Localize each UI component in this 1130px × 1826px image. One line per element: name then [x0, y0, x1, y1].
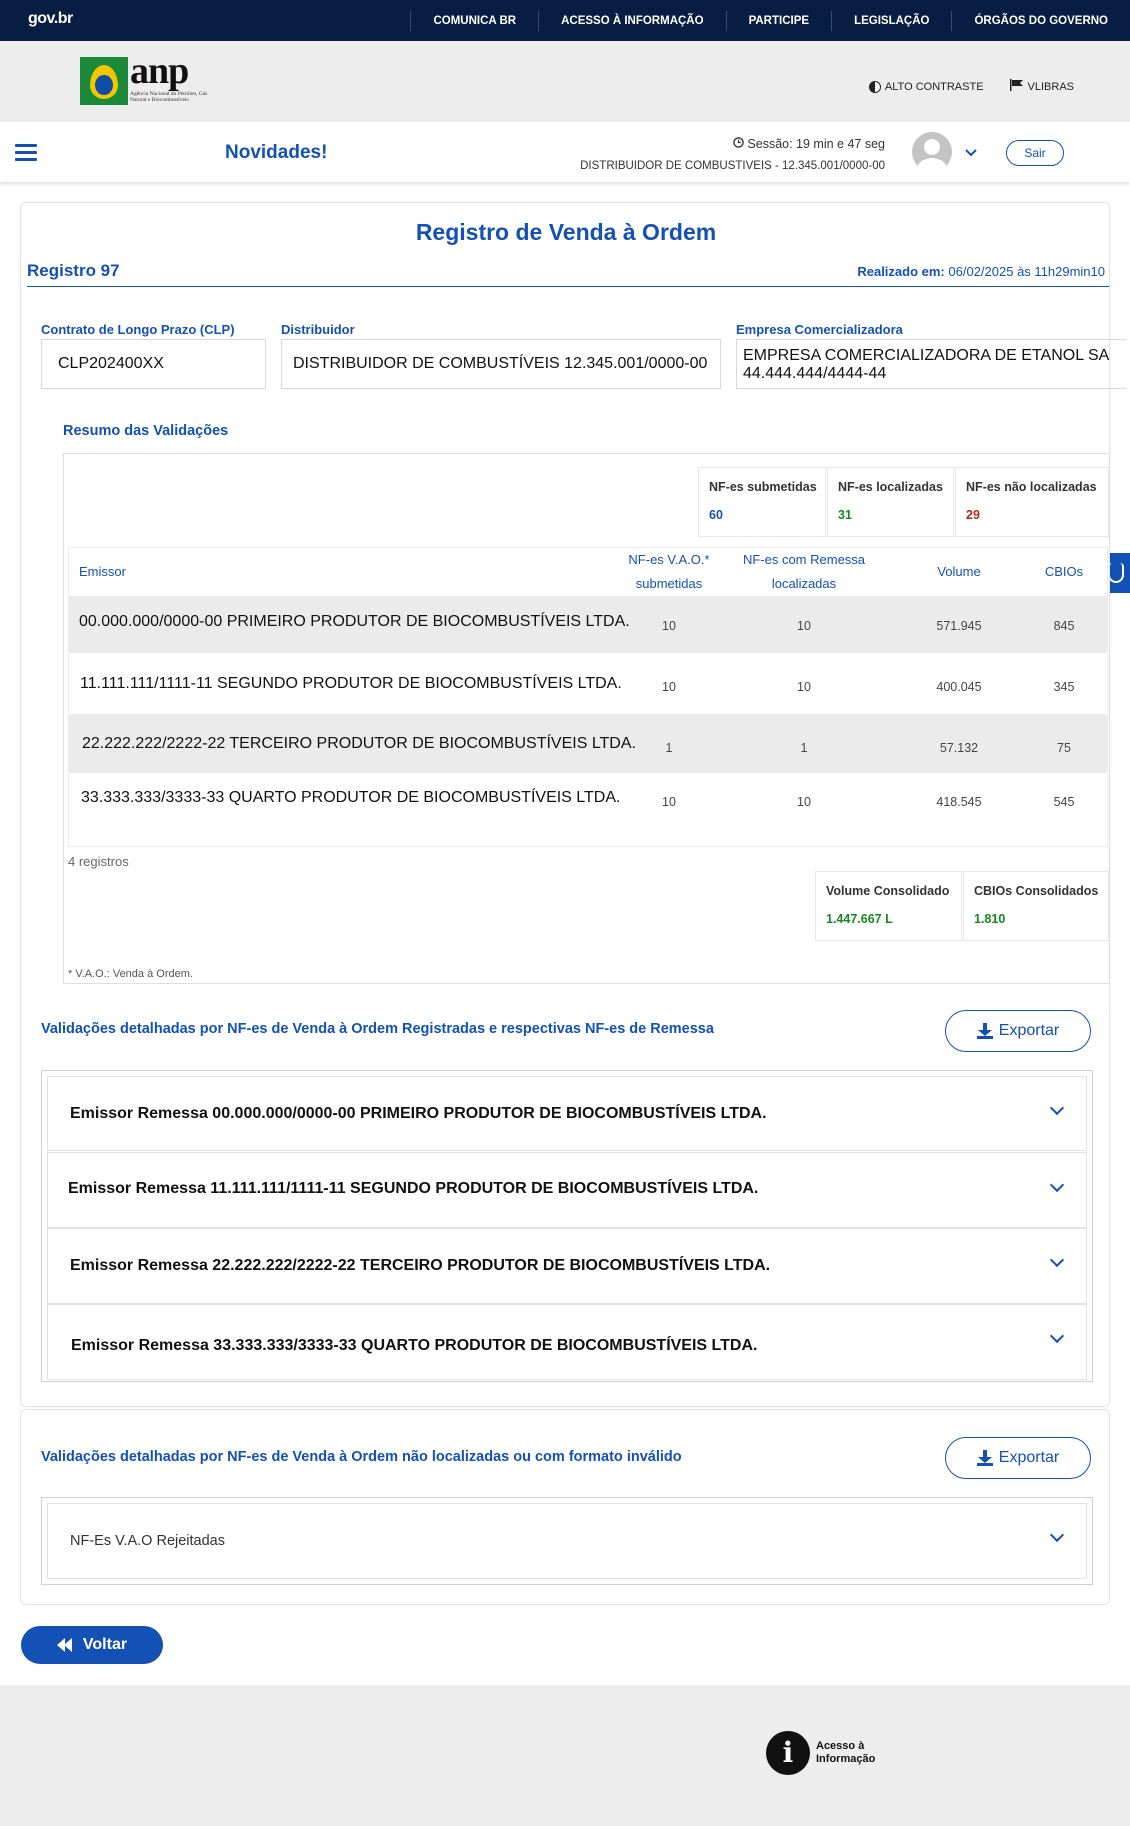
resumo-panel: NF-es submetidas 60 NF-es localizadas 31…: [63, 453, 1110, 984]
distribuidor-label: Distribuidor: [281, 322, 355, 337]
detalhadas-title: Validações detalhadas por NF-es de Venda…: [41, 1021, 714, 1037]
table-row[interactable]: 22.222.222/2222-22 TERCEIRO PRODUTOR DE …: [69, 714, 1107, 772]
session-timer: Sessão: 19 min e 47 seg: [580, 133, 885, 155]
accordion-item-primeiro[interactable]: Emissor Remessa 00.000.000/0000-00 PRIME…: [47, 1076, 1087, 1151]
vao-footnote: * V.A.O.: Venda à Ordem.: [68, 968, 193, 980]
page-title: Registro de Venda à Ordem: [415, 219, 717, 245]
emissor-table: Emissor NF-es V.A.O.* submetidas NF-es c…: [68, 547, 1108, 847]
novidades-link[interactable]: Novidades!: [225, 142, 327, 164]
gov-bar: gov.br COMUNICA BR ACESSO À INFORMAÇÃO P…: [0, 0, 1130, 41]
site-header: anp Agência Nacional do Petróleo, Gás Na…: [0, 41, 1130, 122]
accordion-item-quarto[interactable]: Emissor Remessa 33.333.333/3333-33 QUART…: [47, 1304, 1087, 1380]
rejeitadas-accordion: NF-Es V.A.O Rejeitadas: [41, 1497, 1093, 1585]
anp-logo[interactable]: anp Agência Nacional do Petróleo, Gás Na…: [80, 50, 230, 107]
distribuidor-field[interactable]: DISTRIBUIDOR DE COMBUSTÍVEIS 12.345.001/…: [281, 339, 721, 389]
realizado-em: Realizado em: 06/02/2025 às 11h29min10: [857, 264, 1105, 279]
chevron-down-icon: [1049, 1252, 1065, 1268]
registro-header: Registro 97 Realizado em: 06/02/2025 às …: [27, 261, 1109, 287]
rejeitadas-card: Validações detalhadas por NF-es de Venda…: [20, 1409, 1110, 1605]
clp-label: Contrato de Longo Prazo (CLP): [41, 322, 235, 337]
contrast-icon: [868, 80, 881, 93]
chevron-down-icon: [1049, 1328, 1065, 1344]
accordion-item-rejeitadas[interactable]: NF-Es V.A.O Rejeitadas: [47, 1503, 1087, 1579]
cbios-consolidados: CBIOs Consolidados 1.810: [963, 871, 1109, 941]
registros-count: 4 registros: [68, 854, 129, 869]
link-legislacao[interactable]: LEGISLAÇÃO: [831, 10, 951, 31]
alto-contraste-button[interactable]: ALTO CONTRASTE: [868, 80, 984, 93]
govbr-logo[interactable]: gov.br: [28, 10, 73, 28]
empresa-label: Empresa Comercializadora: [736, 322, 903, 337]
rejeitadas-title: Validações detalhadas por NF-es de Venda…: [41, 1449, 682, 1465]
registro-number: Registro 97: [27, 261, 120, 280]
registro-card: Registro de Venda à Ordem Registro 97 Re…: [20, 202, 1126, 1407]
col-cbios[interactable]: CBIOs: [1019, 548, 1109, 596]
anp-logo-subtitle: Agência Nacional do Petróleo, Gás Natura…: [130, 91, 208, 103]
user-menu-chevron-icon[interactable]: [962, 144, 980, 162]
kpi-localizadas: NF-es localizadas 31: [827, 467, 954, 537]
voltar-button[interactable]: Voltar: [21, 1626, 163, 1664]
link-orgaos-governo[interactable]: ÓRGÃOS DO GOVERNO: [951, 10, 1130, 31]
flag-icon: [1009, 79, 1024, 94]
exportar-rejeitadas-button[interactable]: Exportar: [945, 1437, 1091, 1479]
kpi-nao-localizadas: NF-es não localizadas 29: [955, 467, 1109, 537]
avatar[interactable]: [912, 132, 952, 172]
info-icon: i: [766, 1731, 810, 1775]
header-tools: ALTO CONTRASTE VLIBRAS: [868, 79, 1074, 94]
col-remessa[interactable]: NF-es com Remessa localizadas: [729, 548, 879, 596]
volume-consolidado: Volume Consolidado 1.447.667 L: [815, 871, 962, 941]
session-distribuidor: DISTRIBUIDOR DE COMBUSTIVEIS - 12.345.00…: [580, 160, 885, 172]
chevron-down-icon: [1049, 1100, 1065, 1116]
table-row[interactable]: 33.333.333/3333-33 QUARTO PRODUTOR DE BI…: [69, 772, 1107, 830]
menu-icon[interactable]: [15, 144, 37, 162]
footer: i Acesso à Informação: [0, 1685, 1130, 1826]
col-volume[interactable]: Volume: [909, 548, 1009, 596]
exportar-button[interactable]: Exportar: [945, 1010, 1091, 1052]
app-bar: Novidades! Sessão: 19 min e 47 seg DISTR…: [0, 122, 1130, 182]
resumo-title: Resumo das Validações: [63, 423, 229, 439]
session-info: Sessão: 19 min e 47 seg DISTRIBUIDOR DE …: [580, 133, 885, 177]
vlibras-button[interactable]: VLIBRAS: [1009, 79, 1074, 94]
link-comunica-br[interactable]: COMUNICA BR: [410, 10, 538, 31]
anp-logo-text: anp: [130, 50, 189, 92]
chevron-down-icon: [1049, 1527, 1065, 1543]
clp-field[interactable]: CLP202400XX: [41, 339, 266, 389]
link-participe[interactable]: PARTICIPE: [725, 10, 832, 31]
accordion-item-terceiro[interactable]: Emissor Remessa 22.222.222/2222-22 TERCE…: [47, 1228, 1087, 1304]
download-icon: [976, 1023, 993, 1039]
col-vao[interactable]: NF-es V.A.O.* submetidas: [609, 548, 729, 596]
table-row[interactable]: 11.111.111/1111-11 SEGUNDO PRODUTOR DE B…: [69, 652, 1107, 714]
chevron-down-icon: [1049, 1177, 1065, 1193]
kpi-submetidas: NF-es submetidas 60: [698, 467, 826, 537]
sair-button[interactable]: Sair: [1006, 140, 1064, 166]
link-acesso-informacao[interactable]: ACESSO À INFORMAÇÃO: [538, 10, 725, 31]
accordion-item-segundo[interactable]: Emissor Remessa 11.111.111/1111-11 SEGUN…: [47, 1152, 1087, 1228]
double-chevron-left-icon: [56, 1638, 73, 1652]
anp-drop-icon: [80, 57, 128, 105]
remessa-accordion: Emissor Remessa 00.000.000/0000-00 PRIME…: [41, 1070, 1093, 1382]
table-row[interactable]: 00.000.000/0000-00 PRIMEIRO PRODUTOR DE …: [69, 596, 1107, 652]
vlibras-label: VLIBRAS: [1027, 80, 1074, 93]
gov-links: COMUNICA BR ACESSO À INFORMAÇÃO PARTICIP…: [410, 0, 1130, 41]
empresa-field[interactable]: EMPRESA COMERCIALIZADORA DE ETANOL SA 44…: [736, 339, 1126, 389]
alto-contraste-label: ALTO CONTRASTE: [884, 80, 984, 93]
clock-icon: [733, 137, 747, 151]
download-icon: [976, 1450, 993, 1466]
acesso-informacao-link[interactable]: i Acesso à Informação: [766, 1731, 875, 1775]
col-emissor[interactable]: Emissor: [79, 548, 199, 596]
